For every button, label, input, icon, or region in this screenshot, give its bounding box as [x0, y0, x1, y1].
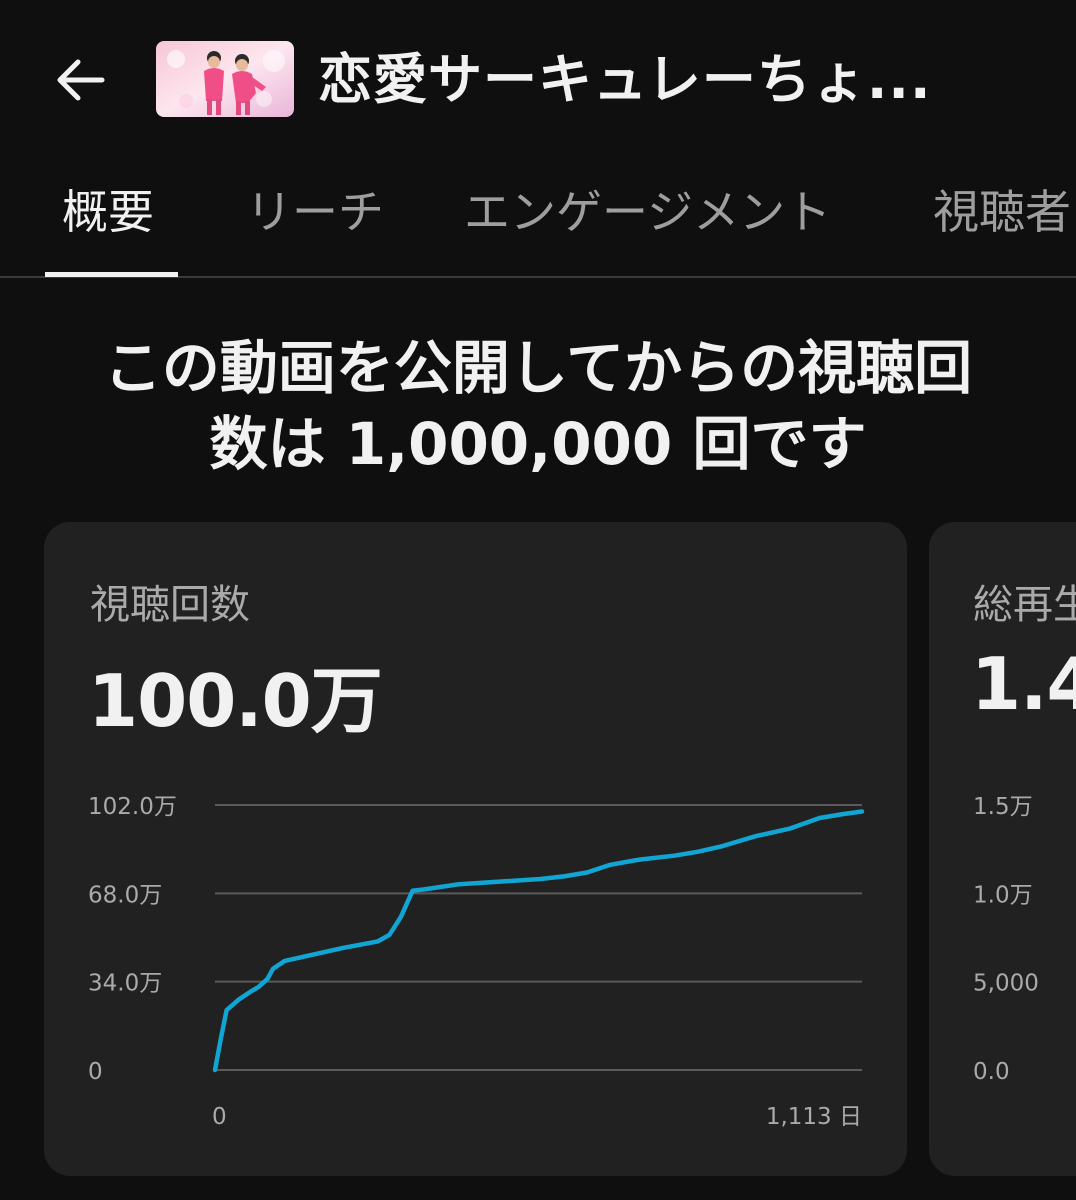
active-tab-indicator	[45, 272, 178, 277]
x-tick-label: 1,113 日	[766, 1104, 862, 1130]
y-tick-label: 5,000	[973, 971, 1039, 997]
y-tick-label: 34.0万	[88, 971, 162, 997]
headline-line-2: 数は 1,000,000 回です	[209, 410, 867, 478]
tab-audience[interactable]: 視聴者	[933, 182, 1071, 242]
analytics-page: 恋愛サーキュレーちょ... 概要 リーチ エンゲージメント 視聴者 この動画を公…	[0, 0, 1076, 1200]
y-tick-label: 0.0	[973, 1059, 1010, 1085]
tab-engagement[interactable]: エンゲージメント	[464, 182, 831, 242]
headline-line-1: この動画を公開してからの視聴回	[103, 334, 973, 402]
views-series-line	[212, 809, 865, 1073]
y-tick-label: 1.5万	[973, 794, 1033, 820]
top-app-bar: 恋愛サーキュレーちょ...	[0, 0, 1076, 160]
tab-overview[interactable]: 概要	[62, 182, 154, 242]
watch-time-chart: 0.0 5,000 1.0万 1.5万	[973, 794, 1039, 1085]
thumbnail-image	[156, 41, 294, 117]
y-tick-label: 68.0万	[88, 882, 162, 908]
y-tick-label: 0	[88, 1059, 103, 1085]
video-title: 恋愛サーキュレーちょ...	[318, 48, 932, 111]
back-button[interactable]	[44, 48, 116, 112]
views-chart: 0 34.0万 68.0万 102.0万 0 1,113 日	[88, 794, 865, 1130]
arrow-left-icon	[57, 59, 105, 101]
y-tick-label: 1.0万	[973, 882, 1033, 908]
y-tick-label: 102.0万	[88, 794, 177, 820]
views-headline: この動画を公開してからの視聴回 数は 1,000,000 回です	[0, 330, 1076, 482]
tab-reach[interactable]: リーチ	[246, 182, 384, 242]
watch-time-card[interactable]: 総再生 1.4 0.0 5,000 1.0万 1.5万	[929, 522, 1076, 1176]
tab-bar: 概要 リーチ エンゲージメント 視聴者	[0, 160, 1076, 278]
x-tick-label: 0	[212, 1104, 227, 1130]
video-thumbnail[interactable]	[156, 41, 294, 117]
views-card[interactable]: 視聴回数 100.0万 0 34.0万 68.0万 102.0万 0 1,113 日	[44, 522, 907, 1176]
